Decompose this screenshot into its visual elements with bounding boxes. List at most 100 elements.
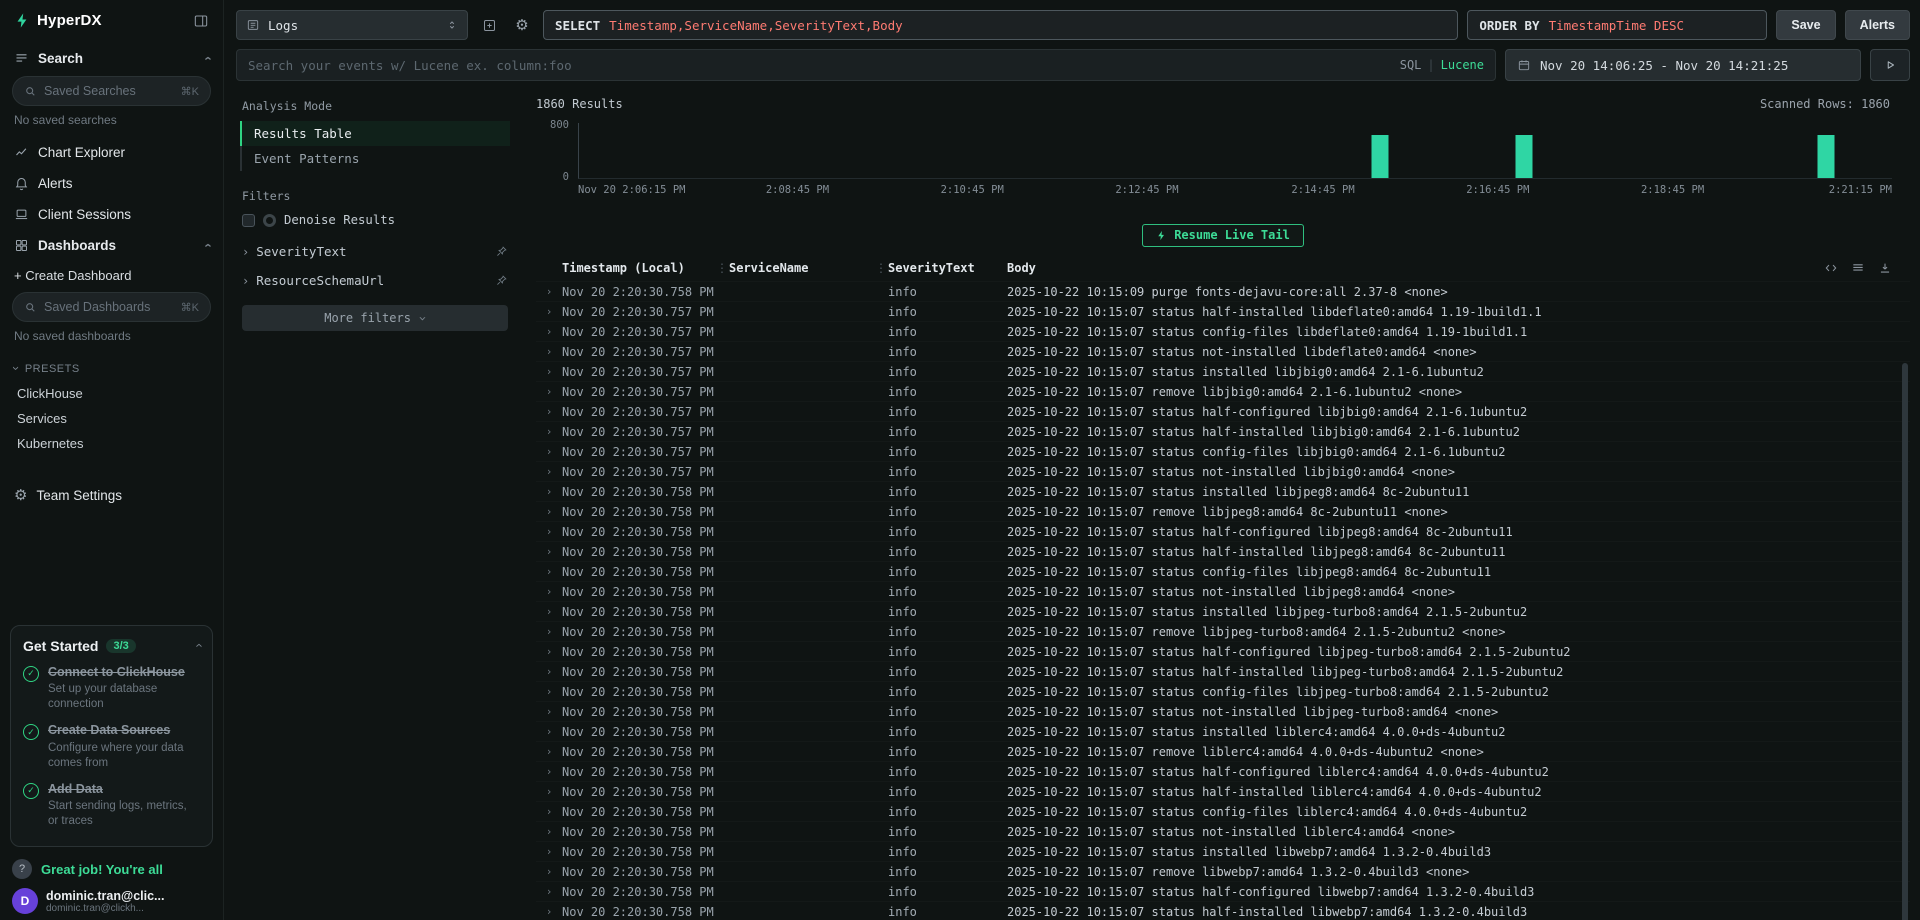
row-expand-icon[interactable]: › <box>536 445 562 458</box>
col-servicename[interactable]: ServiceName <box>729 261 888 275</box>
table-row[interactable]: ›Nov 20 2:20:30.758 PMinfo2025-10-22 10:… <box>536 781 1910 801</box>
sidebar-item-alerts[interactable]: Alerts <box>0 168 223 199</box>
row-expand-icon[interactable]: › <box>536 825 562 838</box>
save-button[interactable]: Save <box>1776 10 1835 40</box>
add-source-button[interactable] <box>477 10 501 40</box>
order-by-input[interactable]: ORDER BY TimestampTime DESC <box>1467 10 1767 40</box>
table-row[interactable]: ›Nov 20 2:20:30.758 PMinfo2025-10-22 10:… <box>536 721 1910 741</box>
user-menu[interactable]: D dominic.tran@clic... dominic.tran@clic… <box>0 881 223 914</box>
table-row[interactable]: ›Nov 20 2:20:30.757 PMinfo2025-10-22 10:… <box>536 321 1910 341</box>
table-row[interactable]: ›Nov 20 2:20:30.757 PMinfo2025-10-22 10:… <box>536 341 1910 361</box>
sidebar-item-chart-explorer[interactable]: Chart Explorer <box>0 137 223 168</box>
presets-section-toggle[interactable]: › PRESETS <box>0 353 223 381</box>
sidebar-section-search[interactable]: Search › <box>0 43 223 74</box>
pin-icon[interactable] <box>495 274 508 287</box>
source-selector[interactable]: Logs <box>236 10 468 40</box>
row-expand-icon[interactable]: › <box>536 565 562 578</box>
table-row[interactable]: ›Nov 20 2:20:30.758 PMinfo2025-10-22 10:… <box>536 901 1910 920</box>
col-body[interactable]: Body <box>1007 261 1824 275</box>
row-expand-icon[interactable]: › <box>536 345 562 358</box>
table-row[interactable]: ›Nov 20 2:20:30.758 PMinfo2025-10-22 10:… <box>536 521 1910 541</box>
table-row[interactable]: ›Nov 20 2:20:30.758 PMinfo2025-10-22 10:… <box>536 801 1910 821</box>
source-settings-button[interactable]: ⚙ <box>510 10 534 40</box>
histogram-bar[interactable] <box>1818 135 1835 178</box>
get-started-step-connect[interactable]: ✓ Connect to ClickHouse Set up your data… <box>23 665 200 713</box>
row-expand-icon[interactable]: › <box>536 285 562 298</box>
row-expand-icon[interactable]: › <box>536 405 562 418</box>
sidebar-item-client-sessions[interactable]: Client Sessions <box>0 199 223 230</box>
row-expand-icon[interactable]: › <box>536 845 562 858</box>
table-row[interactable]: ›Nov 20 2:20:30.758 PMinfo2025-10-22 10:… <box>536 681 1910 701</box>
alerts-button[interactable]: Alerts <box>1845 10 1910 40</box>
histogram-bar[interactable] <box>1371 135 1388 178</box>
download-icon[interactable] <box>1878 261 1892 275</box>
row-expand-icon[interactable]: › <box>536 625 562 638</box>
filter-group-resourceschemaurl[interactable]: › ResourceSchemaUrl <box>240 266 510 295</box>
row-expand-icon[interactable]: › <box>536 525 562 538</box>
preset-kubernetes[interactable]: Kubernetes <box>0 431 223 456</box>
row-expand-icon[interactable]: › <box>536 705 562 718</box>
get-started-step-sources[interactable]: ✓ Create Data Sources Configure where yo… <box>23 723 200 771</box>
code-view-icon[interactable] <box>1824 261 1838 275</box>
table-row[interactable]: ›Nov 20 2:20:30.757 PMinfo2025-10-22 10:… <box>536 421 1910 441</box>
row-expand-icon[interactable]: › <box>536 885 562 898</box>
row-expand-icon[interactable]: › <box>536 465 562 478</box>
table-row[interactable]: ›Nov 20 2:20:30.757 PMinfo2025-10-22 10:… <box>536 441 1910 461</box>
table-row[interactable]: ›Nov 20 2:20:30.758 PMinfo2025-10-22 10:… <box>536 841 1910 861</box>
pin-icon[interactable] <box>495 245 508 258</box>
lucene-toggle[interactable]: Lucene <box>1441 58 1484 72</box>
table-row[interactable]: ›Nov 20 2:20:30.758 PMinfo2025-10-22 10:… <box>536 501 1910 521</box>
table-row[interactable]: ›Nov 20 2:20:30.758 PMinfo2025-10-22 10:… <box>536 661 1910 681</box>
row-expand-icon[interactable]: › <box>536 805 562 818</box>
table-row[interactable]: ›Nov 20 2:20:30.758 PMinfo2025-10-22 10:… <box>536 881 1910 901</box>
more-filters-button[interactable]: More filters › <box>242 305 508 331</box>
sidebar-collapse-button[interactable] <box>193 13 209 29</box>
get-started-header[interactable]: Get Started 3/3 › <box>23 638 200 654</box>
scrollbar[interactable] <box>1902 363 1908 920</box>
row-expand-icon[interactable]: › <box>536 325 562 338</box>
row-expand-icon[interactable]: › <box>536 485 562 498</box>
row-expand-icon[interactable]: › <box>536 585 562 598</box>
table-row[interactable]: ›Nov 20 2:20:30.758 PMinfo2025-10-22 10:… <box>536 741 1910 761</box>
preset-services[interactable]: Services <box>0 406 223 431</box>
row-expand-icon[interactable]: › <box>536 745 562 758</box>
row-expand-icon[interactable]: › <box>536 725 562 738</box>
table-row[interactable]: ›Nov 20 2:20:30.758 PMinfo2025-10-22 10:… <box>536 601 1910 621</box>
table-row[interactable]: ›Nov 20 2:20:30.758 PMinfo2025-10-22 10:… <box>536 481 1910 501</box>
table-row[interactable]: ›Nov 20 2:20:30.757 PMinfo2025-10-22 10:… <box>536 301 1910 321</box>
event-search-box[interactable]: SQL | Lucene <box>236 49 1496 81</box>
histogram-bar[interactable] <box>1516 135 1533 178</box>
saved-searches-input[interactable]: Saved Searches ⌘K <box>12 76 211 106</box>
table-row[interactable]: ›Nov 20 2:20:30.758 PMinfo2025-10-22 10:… <box>536 641 1910 661</box>
row-expand-icon[interactable]: › <box>536 765 562 778</box>
resume-live-tail-button[interactable]: Resume Live Tail <box>1142 224 1304 247</box>
row-expand-icon[interactable]: › <box>536 685 562 698</box>
sidebar-item-team-settings[interactable]: ⚙ Team Settings <box>0 480 223 511</box>
row-expand-icon[interactable]: › <box>536 665 562 678</box>
chart-plot[interactable] <box>578 123 1892 179</box>
table-row[interactable]: ›Nov 20 2:20:30.757 PMinfo2025-10-22 10:… <box>536 461 1910 481</box>
checkbox[interactable] <box>242 214 255 227</box>
row-expand-icon[interactable]: › <box>536 645 562 658</box>
filter-group-severitytext[interactable]: › SeverityText <box>240 237 510 266</box>
table-row[interactable]: ›Nov 20 2:20:30.758 PMinfo2025-10-22 10:… <box>536 581 1910 601</box>
table-row[interactable]: ›Nov 20 2:20:30.757 PMinfo2025-10-22 10:… <box>536 401 1910 421</box>
table-row[interactable]: ›Nov 20 2:20:30.758 PMinfo2025-10-22 10:… <box>536 761 1910 781</box>
sql-toggle[interactable]: SQL <box>1400 58 1422 72</box>
sidebar-section-dashboards[interactable]: Dashboards › <box>0 230 223 261</box>
table-row[interactable]: ›Nov 20 2:20:30.757 PMinfo2025-10-22 10:… <box>536 361 1910 381</box>
table-row[interactable]: ›Nov 20 2:20:30.758 PMinfo2025-10-22 10:… <box>536 621 1910 641</box>
table-row[interactable]: ›Nov 20 2:20:30.758 PMinfo2025-10-22 10:… <box>536 861 1910 881</box>
denoise-results-toggle[interactable]: Denoise Results <box>240 211 510 237</box>
row-expand-icon[interactable]: › <box>536 425 562 438</box>
table-row[interactable]: ›Nov 20 2:20:30.757 PMinfo2025-10-22 10:… <box>536 381 1910 401</box>
row-expand-icon[interactable]: › <box>536 865 562 878</box>
preset-clickhouse[interactable]: ClickHouse <box>0 381 223 406</box>
saved-dashboards-input[interactable]: Saved Dashboards ⌘K <box>12 292 211 322</box>
mode-event-patterns[interactable]: Event Patterns <box>240 146 510 171</box>
row-expand-icon[interactable]: › <box>536 545 562 558</box>
row-expand-icon[interactable]: › <box>536 785 562 798</box>
row-expand-icon[interactable]: › <box>536 605 562 618</box>
create-dashboard-button[interactable]: + Create Dashboard <box>0 261 223 290</box>
col-severitytext[interactable]: SeverityText <box>888 261 1007 275</box>
